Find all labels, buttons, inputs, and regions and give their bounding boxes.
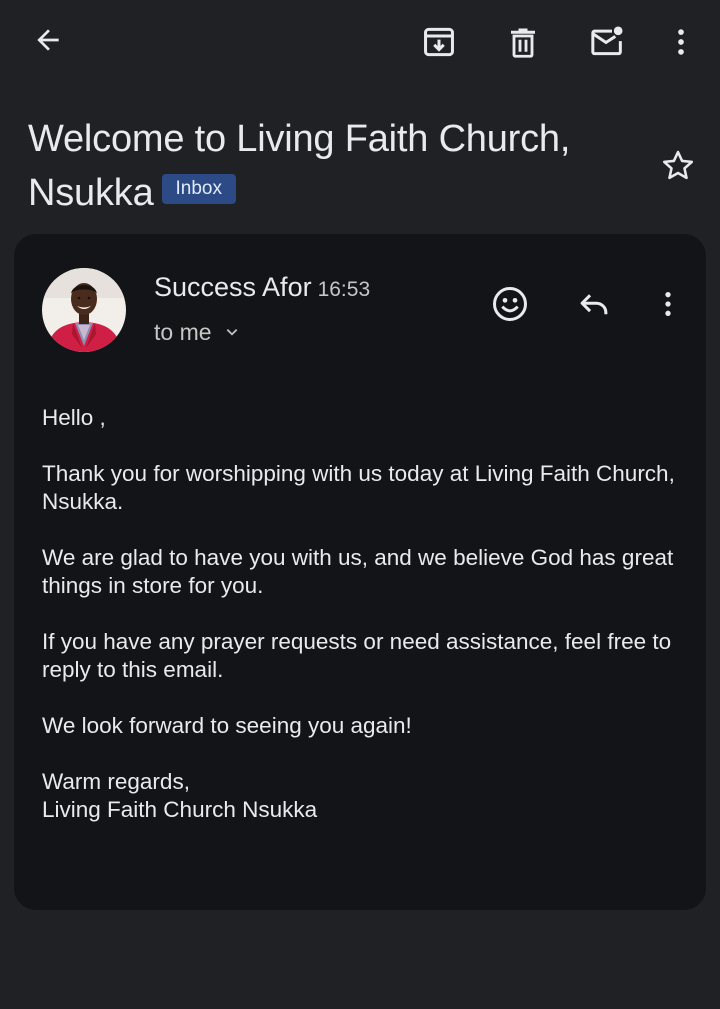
back-button[interactable] [24,16,72,64]
email-subject: Welcome to Living Faith Church, Nsukka In… [28,112,638,220]
body-paragraph: If you have any prayer requests or need … [42,629,672,682]
greeting: Hello , [42,405,106,430]
more-options-button[interactable] [657,18,705,66]
archive-button[interactable] [415,18,463,66]
body-paragraph: Thank you for worshipping with us today … [42,461,675,514]
star-button[interactable] [654,142,702,190]
inbox-label-badge[interactable]: Inbox [161,173,236,204]
sender-avatar[interactable] [42,268,126,352]
sender-line: Success Afor 16:53 [154,270,370,307]
top-toolbar [0,0,720,84]
message-more-options-button[interactable] [644,280,692,328]
chevron-down-icon [226,329,237,336]
reply-icon [580,294,608,315]
body-paragraph: We are glad to have you with us, and we … [42,545,674,598]
arrow-left-icon [37,29,59,51]
mark-unread-button[interactable] [583,18,631,66]
sender-name[interactable]: Success Afor [154,272,312,302]
mark-unread-icon [591,26,623,56]
star-icon [662,150,694,180]
more-vert-icon [678,29,684,55]
subject-text: Welcome to Living Faith Church, Nsukka [28,118,571,214]
avatar-photo [42,268,126,352]
trash-icon [511,28,535,58]
recipient-details-toggle[interactable]: to me [154,316,240,348]
more-vert-icon [665,292,671,316]
emoji-icon [492,286,528,322]
message-body: Hello , Thank you for worshipping with u… [42,404,692,824]
reply-button[interactable] [570,280,618,328]
recipient-text: to me [154,319,212,345]
message-card: Success Afor 16:53 to me Hello , Thank yo… [14,234,706,910]
archive-icon [424,27,454,57]
add-reaction-button[interactable] [486,280,534,328]
body-paragraph: We look forward to seeing you again! [42,713,412,738]
signoff: Warm regards, [42,769,190,794]
delete-button[interactable] [499,18,547,66]
signature: Living Faith Church Nsukka [42,797,318,822]
signature-block: Warm regards, Living Faith Church Nsukka [42,768,692,824]
message-time: 16:53 [317,278,371,301]
